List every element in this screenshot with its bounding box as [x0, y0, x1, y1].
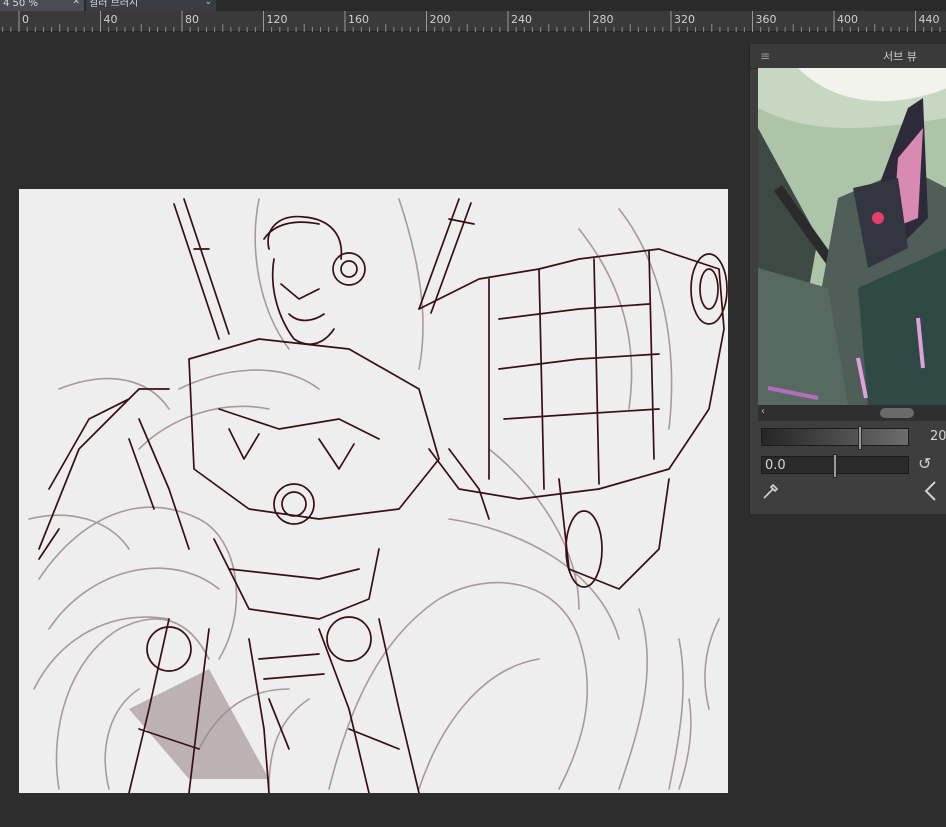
ruler-label: 40: [104, 13, 118, 26]
ruler-label: 160: [348, 13, 369, 26]
eyedropper-icon[interactable]: [761, 481, 781, 505]
close-icon[interactable]: ✕: [72, 0, 80, 7]
chevron-down-icon[interactable]: ⌄: [204, 0, 212, 7]
document-tab-brush[interactable]: 컬러 브러시 ⌄: [86, 0, 216, 11]
ruler-scale: 0 40 80 120 160 200 240 280 320 360 400 440: [2, 11, 941, 32]
reference-robot-image: [758, 68, 946, 405]
ruler-label: 200: [430, 13, 451, 26]
robot-sketch-illustration: [28, 198, 728, 793]
document-tab-zoom[interactable]: 4 50 % ✕: [0, 0, 84, 11]
zoom-slider-handle[interactable]: [858, 426, 862, 450]
rotation-slider-handle[interactable]: [833, 454, 837, 478]
rotation-value: 0.0: [765, 458, 786, 473]
zoom-value: 20: [930, 429, 946, 444]
tab-label: 컬러 브러시: [89, 0, 139, 9]
ruler-label: 400: [837, 13, 858, 26]
horizontal-ruler: 0 40 80 120 160 200 240 280 320 360 400 440: [0, 11, 946, 32]
ruler-label: 0: [22, 13, 29, 26]
ruler-label: 320: [674, 13, 695, 26]
chevron-left-icon[interactable]: [923, 480, 939, 506]
sub-view-title: 서브 뷰: [883, 50, 917, 63]
zoom-slider[interactable]: [761, 426, 909, 450]
ruler-label: 280: [593, 13, 614, 26]
reference-image[interactable]: [758, 68, 946, 405]
ruler-label: 80: [185, 13, 199, 26]
ruler-label: 120: [267, 13, 288, 26]
ruler-label: 360: [756, 13, 777, 26]
rough-sketch-layer: [28, 198, 720, 790]
tab-label: 4 50 %: [3, 0, 38, 9]
horizontal-scrollbar[interactable]: ‹: [758, 405, 946, 421]
menu-icon[interactable]: ≡: [760, 49, 770, 63]
reset-rotation-icon[interactable]: ↺: [918, 454, 931, 473]
drawing-canvas[interactable]: [19, 189, 728, 793]
ruler-label: 240: [511, 13, 532, 26]
scrollbar-thumb[interactable]: [880, 408, 914, 418]
ruler-label: 440: [919, 13, 940, 26]
rotation-slider[interactable]: 0.0: [761, 454, 909, 478]
sub-view-header: ≡ 서브 뷰: [750, 44, 946, 69]
chevron-left-icon[interactable]: ‹: [761, 406, 765, 417]
document-tab-bar: 4 50 % ✕ 컬러 브러시 ⌄: [0, 0, 946, 11]
shaded-area: [129, 669, 269, 779]
sub-view-panel: ≡ 서브 뷰 ‹ 20 0.0 ↺: [749, 44, 946, 514]
